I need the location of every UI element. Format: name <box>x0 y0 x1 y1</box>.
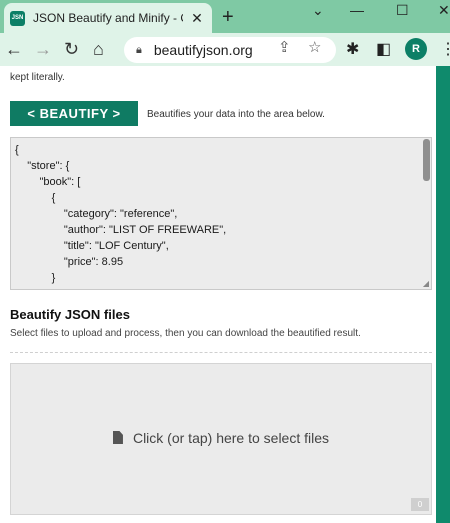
files-description: Select files to upload and process, then… <box>10 328 361 339</box>
beautify-description: Beautifies your data into the area below… <box>147 109 325 120</box>
lock-icon[interactable]: 🔒︎ <box>136 44 142 57</box>
code-line: "title": "LOF Century", <box>15 240 169 252</box>
window-close-icon[interactable]: ✕ <box>438 2 450 19</box>
file-dropzone[interactable]: Click (or tap) here to select files 0 <box>10 363 432 515</box>
close-icon[interactable]: ✕ <box>188 10 206 27</box>
plus-icon[interactable]: + <box>222 6 234 29</box>
browser-tab[interactable]: JSN JSON Beautify and Minify - O ✕ <box>4 3 212 33</box>
minimize-icon[interactable]: — <box>350 2 364 18</box>
code-line: "book": [ <box>15 176 81 188</box>
divider <box>10 352 432 353</box>
page-content: kept literally. < BEAUTIFY > Beautifies … <box>0 66 436 523</box>
site-favicon: JSN <box>10 10 25 26</box>
browser-toolbar: ← → ↻ ⌂ 🔒︎ beautifyjson.org ⇪ ☆ ✱ ◧ R ⋮ <box>0 33 450 66</box>
menu-icon[interactable]: ⋮ <box>440 39 450 59</box>
code-line: "store": { <box>15 160 70 172</box>
code-line: "author": "LIST OF FREEWARE", <box>15 224 227 236</box>
tab-search-chevron-icon[interactable]: ⌄ <box>312 2 324 19</box>
page-side-bar <box>436 66 450 523</box>
editor-scrollbar[interactable] <box>423 139 430 181</box>
tab-title: JSON Beautify and Minify - O <box>33 11 183 25</box>
code-line: { <box>15 144 19 156</box>
code-line: "price": 8.95 <box>15 256 124 268</box>
share-icon[interactable]: ⇪ <box>278 38 291 56</box>
resize-handle-icon[interactable]: ◢ <box>423 279 429 288</box>
code-line: } <box>15 272 56 284</box>
address-bar[interactable]: 🔒︎ beautifyjson.org <box>124 37 336 63</box>
dropzone-label[interactable]: Click (or tap) here to select files <box>133 430 329 446</box>
back-icon[interactable]: ← <box>5 39 23 60</box>
star-icon[interactable]: ☆ <box>308 38 321 56</box>
profile-avatar[interactable]: R <box>405 38 427 60</box>
files-heading: Beautify JSON files <box>10 307 130 322</box>
url-text[interactable]: beautifyjson.org <box>154 42 253 58</box>
json-output-textarea[interactable]: { "store": { "book": [ { "category": "re… <box>10 137 432 290</box>
file-icon <box>112 431 123 444</box>
tab-strip: JSN JSON Beautify and Minify - O ✕ + ⌄ —… <box>0 0 450 33</box>
code-line: "category": "reference", <box>15 208 178 220</box>
dropzone-prompt[interactable]: Click (or tap) here to select files <box>11 430 431 446</box>
forward-icon[interactable]: → <box>34 39 52 60</box>
maximize-icon[interactable]: ☐ <box>396 2 409 19</box>
sidepanel-icon[interactable]: ◧ <box>376 39 391 59</box>
beautify-button[interactable]: < BEAUTIFY > <box>10 101 138 126</box>
file-count-badge: 0 <box>411 498 429 511</box>
home-icon[interactable]: ⌂ <box>93 39 104 60</box>
reload-icon[interactable]: ↻ <box>64 39 79 60</box>
extensions-icon[interactable]: ✱ <box>346 39 359 59</box>
code-line: { <box>15 192 56 204</box>
intro-text: kept literally. <box>10 72 65 83</box>
